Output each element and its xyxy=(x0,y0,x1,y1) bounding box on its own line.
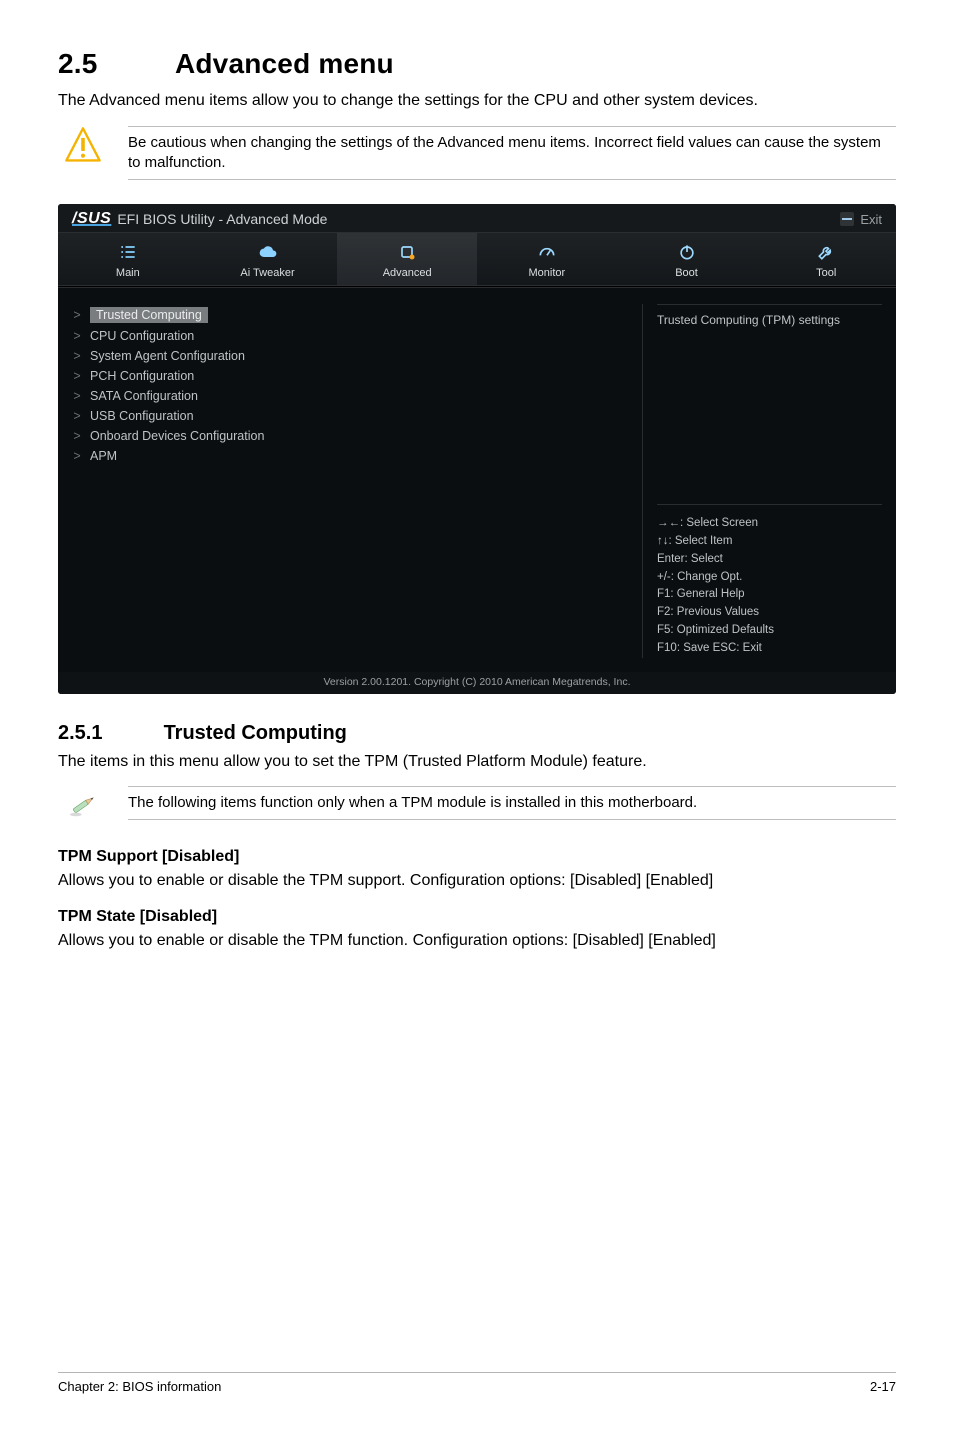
pencil-icon xyxy=(58,786,108,824)
tab-label: Boot xyxy=(617,267,757,279)
bios-exit-button[interactable]: Exit xyxy=(840,212,882,227)
tab-label: Ai Tweaker xyxy=(198,267,338,279)
tpm-support-heading: TPM Support [Disabled] xyxy=(58,848,896,866)
menu-item-apm[interactable]: > APM xyxy=(72,446,624,466)
bios-menu-list: > Trusted Computing > CPU Configuration … xyxy=(72,304,624,658)
menu-item-label: Onboard Devices Configuration xyxy=(90,429,264,443)
help-line: +/-: Change Opt. xyxy=(657,569,882,587)
bios-titlebar: /SUS EFI BIOS Utility - Advanced Mode Ex… xyxy=(58,204,896,232)
help-line: F2: Previous Values xyxy=(657,604,882,622)
section-title: Advanced menu xyxy=(175,48,394,79)
tab-ai-tweaker[interactable]: Ai Tweaker xyxy=(198,233,338,285)
tab-boot[interactable]: Boot xyxy=(617,233,757,285)
bios-tab-bar: Main Ai Tweaker Advanced Monitor Boot xyxy=(58,232,896,286)
chevron-right-icon: > xyxy=(72,449,82,463)
list-icon xyxy=(58,241,198,263)
tpm-state-body: Allows you to enable or disable the TPM … xyxy=(58,930,896,952)
note-text: The following items function only when a… xyxy=(128,786,896,820)
power-icon xyxy=(617,241,757,263)
asus-logo: /SUS xyxy=(72,210,111,228)
menu-item-sata[interactable]: > SATA Configuration xyxy=(72,386,624,406)
footer-page-number: 2-17 xyxy=(870,1379,896,1394)
menu-item-label: System Agent Configuration xyxy=(90,349,245,363)
section-number: 2.5 xyxy=(58,48,168,80)
help-line: F5: Optimized Defaults xyxy=(657,622,882,640)
menu-item-label: SATA Configuration xyxy=(90,389,198,403)
bios-footer: Version 2.00.1201. Copyright (C) 2010 Am… xyxy=(58,672,896,694)
menu-item-label: PCH Configuration xyxy=(90,369,194,383)
menu-item-label: CPU Configuration xyxy=(90,329,194,343)
chevron-right-icon: > xyxy=(72,369,82,383)
help-line: Enter: Select xyxy=(657,551,882,569)
note-callout: The following items function only when a… xyxy=(58,786,896,824)
menu-item-cpu-configuration[interactable]: > CPU Configuration xyxy=(72,326,624,346)
chip-icon xyxy=(337,241,477,263)
bios-exit-label: Exit xyxy=(860,212,882,227)
tab-advanced[interactable]: Advanced xyxy=(337,233,477,285)
help-line: F1: General Help xyxy=(657,586,882,604)
menu-item-usb[interactable]: > USB Configuration xyxy=(72,406,624,426)
warning-icon xyxy=(58,126,108,164)
menu-item-pch[interactable]: > PCH Configuration xyxy=(72,366,624,386)
tpm-support-body: Allows you to enable or disable the TPM … xyxy=(58,870,896,892)
menu-item-label: APM xyxy=(90,449,117,463)
tab-label: Tool xyxy=(756,267,896,279)
tab-label: Main xyxy=(58,267,198,279)
wrench-icon xyxy=(756,241,896,263)
tab-label: Advanced xyxy=(337,267,477,279)
help-line: →←: Select Screen xyxy=(657,515,882,533)
chevron-right-icon: > xyxy=(72,308,82,322)
bios-description: Trusted Computing (TPM) settings xyxy=(657,304,882,504)
intro-paragraph: The Advanced menu items allow you to cha… xyxy=(58,90,896,112)
subsection-number: 2.5.1 xyxy=(58,722,158,745)
tab-main[interactable]: Main xyxy=(58,233,198,285)
subsection-intro: The items in this menu allow you to set … xyxy=(58,751,896,773)
tab-label: Monitor xyxy=(477,267,617,279)
gauge-icon xyxy=(477,241,617,263)
page-footer: Chapter 2: BIOS information 2-17 xyxy=(58,1372,896,1394)
warning-callout: Be cautious when changing the settings o… xyxy=(58,126,896,181)
tab-monitor[interactable]: Monitor xyxy=(477,233,617,285)
cloud-icon xyxy=(198,241,338,263)
menu-item-onboard-devices[interactable]: > Onboard Devices Configuration xyxy=(72,426,624,446)
bios-screenshot: /SUS EFI BIOS Utility - Advanced Mode Ex… xyxy=(58,204,896,694)
exit-icon xyxy=(840,212,854,226)
menu-item-trusted-computing[interactable]: > Trusted Computing xyxy=(72,304,624,326)
section-heading: 2.5 Advanced menu xyxy=(58,48,896,80)
chevron-right-icon: > xyxy=(72,329,82,343)
menu-item-label: Trusted Computing xyxy=(90,307,208,323)
footer-chapter: Chapter 2: BIOS information xyxy=(58,1379,221,1394)
chevron-right-icon: > xyxy=(72,429,82,443)
chevron-right-icon: > xyxy=(72,349,82,363)
subsection-title: Trusted Computing xyxy=(164,722,347,744)
menu-item-system-agent[interactable]: > System Agent Configuration xyxy=(72,346,624,366)
bios-help: →←: Select Screen ↑↓: Select Item Enter:… xyxy=(657,504,882,658)
help-line: F10: Save ESC: Exit xyxy=(657,640,882,658)
tpm-state-heading: TPM State [Disabled] xyxy=(58,908,896,926)
warning-text: Be cautious when changing the settings o… xyxy=(128,126,896,181)
chevron-right-icon: > xyxy=(72,389,82,403)
help-line: ↑↓: Select Item xyxy=(657,533,882,551)
tab-tool[interactable]: Tool xyxy=(756,233,896,285)
bios-title: EFI BIOS Utility - Advanced Mode xyxy=(117,211,327,227)
subsection-heading: 2.5.1 Trusted Computing xyxy=(58,722,896,745)
chevron-right-icon: > xyxy=(72,409,82,423)
menu-item-label: USB Configuration xyxy=(90,409,194,423)
